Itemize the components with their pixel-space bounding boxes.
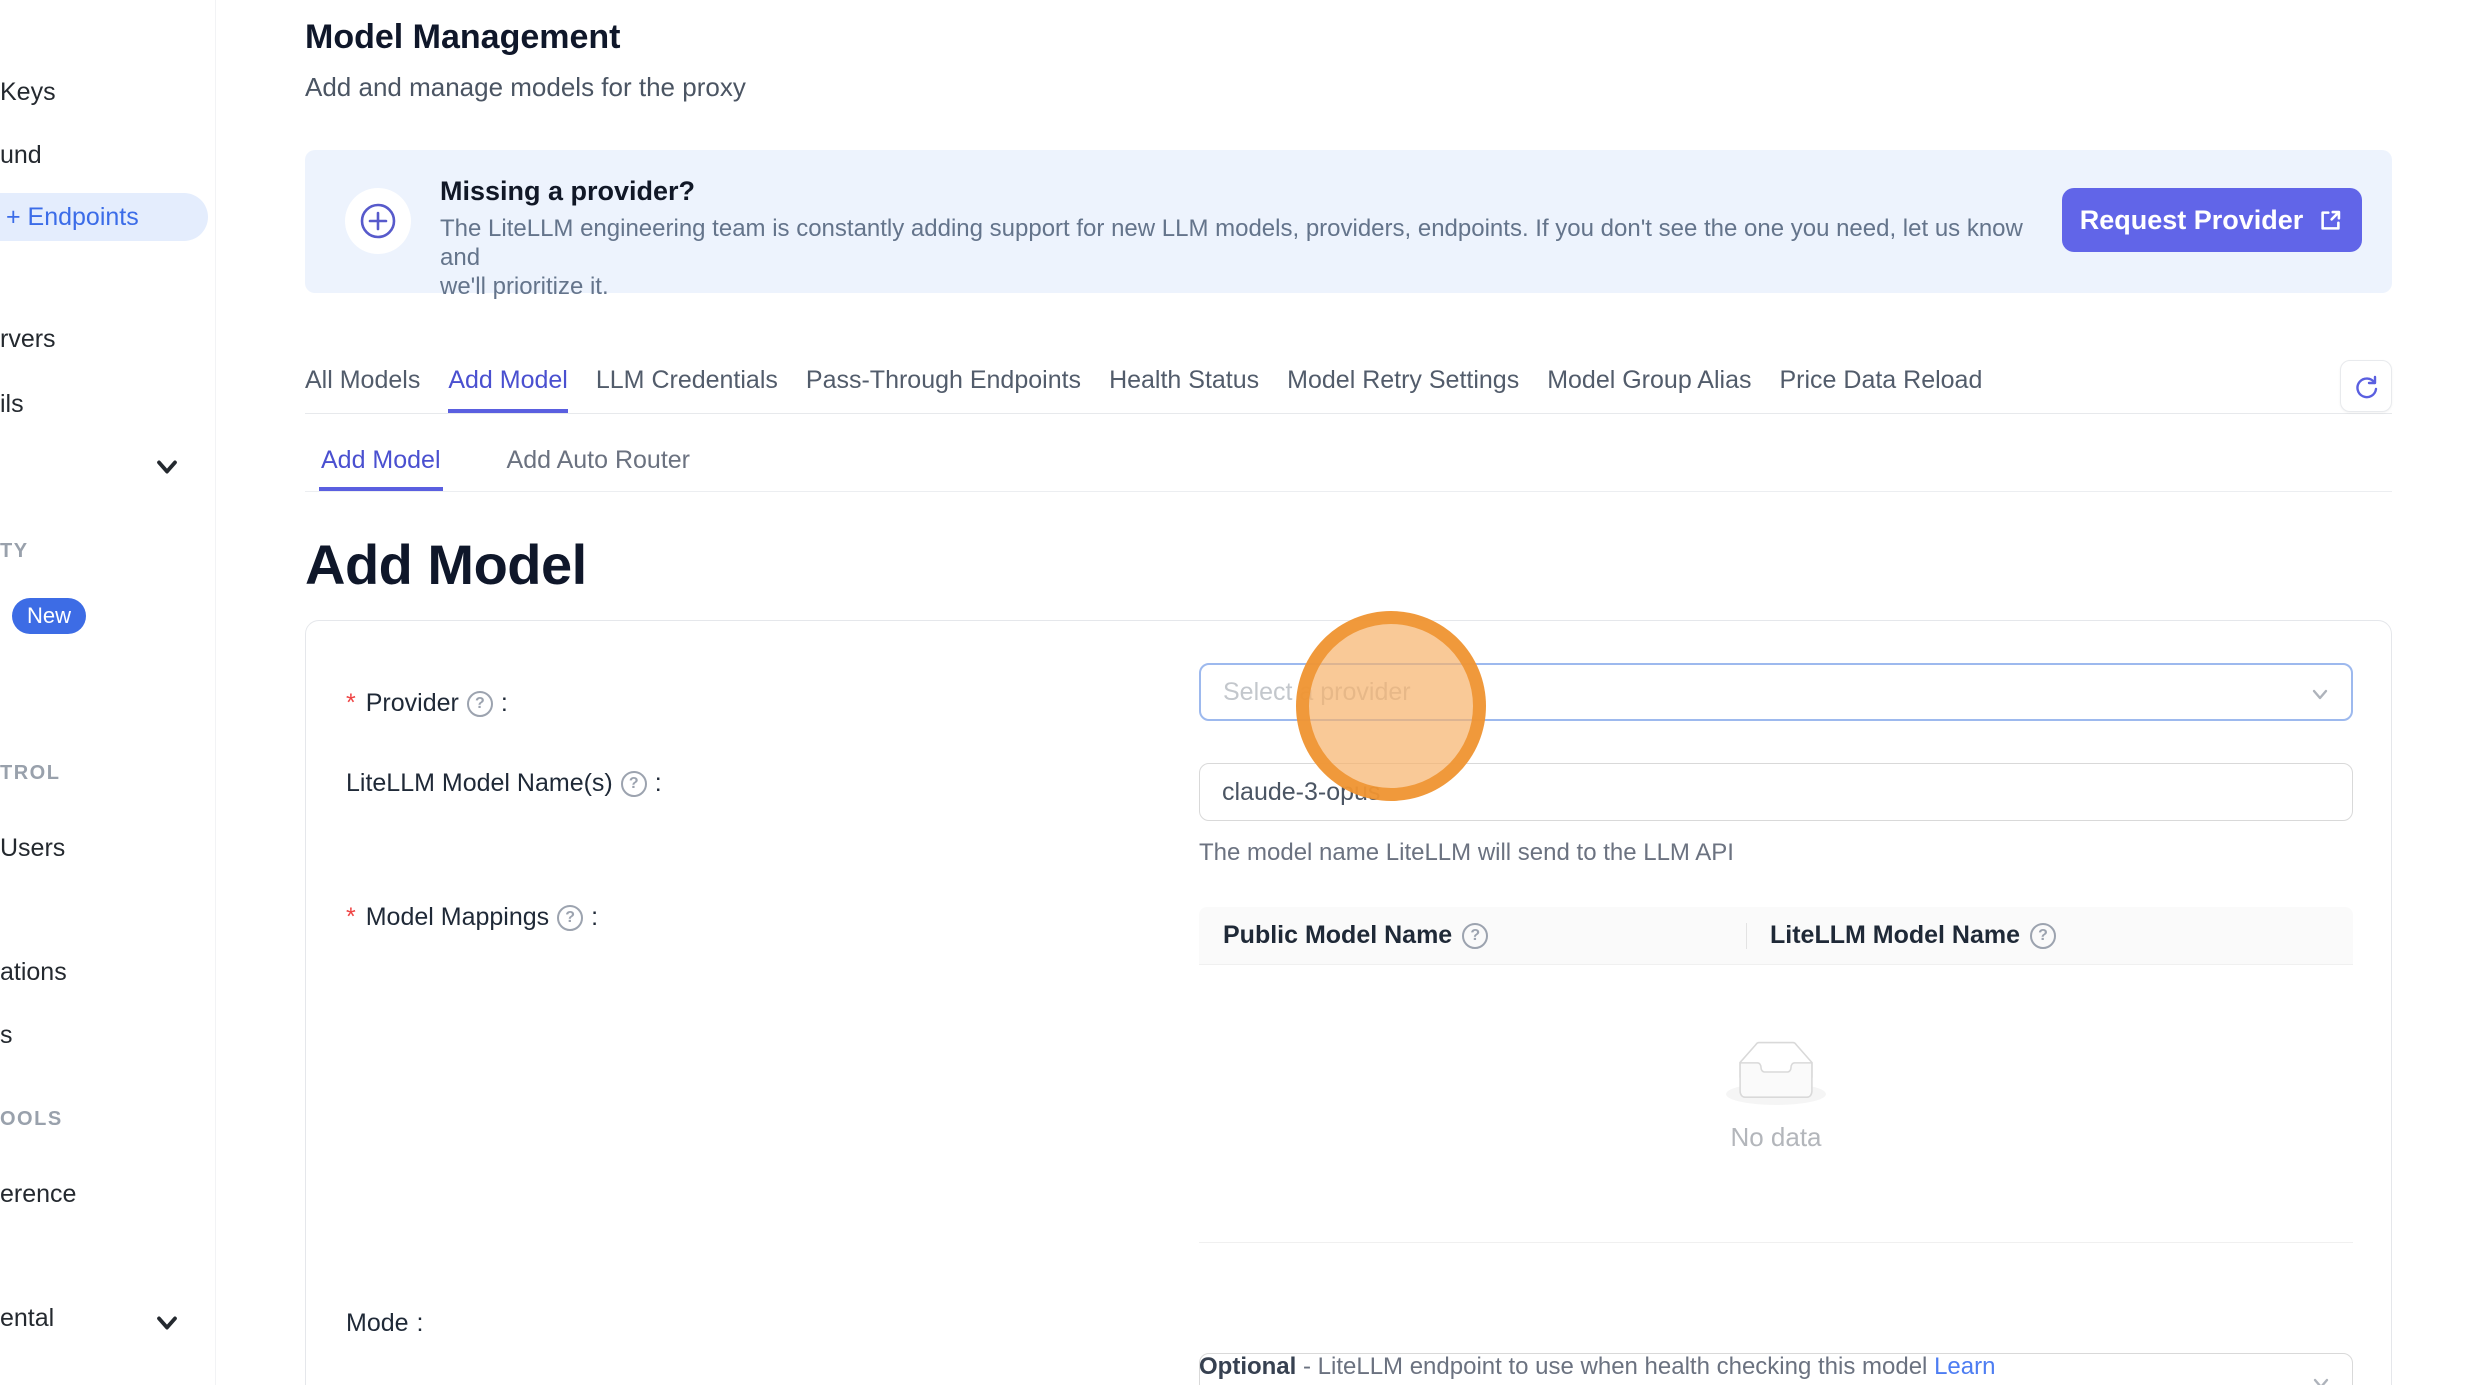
model-mappings-label-text: Model Mappings bbox=[366, 903, 549, 932]
page-title: Model Management bbox=[305, 18, 620, 57]
mode-label: Mode : bbox=[346, 1309, 424, 1338]
column-divider bbox=[1746, 923, 1747, 949]
subtab-add-auto-router[interactable]: Add Auto Router bbox=[505, 446, 692, 491]
label-colon: : bbox=[501, 689, 508, 718]
required-asterisk: * bbox=[346, 903, 356, 932]
mode-helper-note: Optional - LiteLLM endpoint to use when … bbox=[1199, 1353, 1995, 1381]
tab-llm-credentials[interactable]: LLM Credentials bbox=[596, 366, 778, 413]
help-circle-icon[interactable]: ? bbox=[467, 691, 493, 717]
sidebar-item-playground[interactable]: und bbox=[0, 141, 42, 170]
chevron-down-icon[interactable] bbox=[150, 1306, 184, 1340]
request-provider-label: Request Provider bbox=[2080, 205, 2304, 236]
help-circle-icon[interactable]: ? bbox=[1462, 923, 1488, 949]
missing-provider-banner: Missing a provider? The LiteLLM engineer… bbox=[305, 150, 2392, 293]
tab-model-group-alias[interactable]: Model Group Alias bbox=[1547, 366, 1751, 413]
external-link-icon bbox=[2317, 207, 2344, 234]
sidebar: Keys und + Endpoints rvers ils TY New TR… bbox=[0, 0, 216, 1385]
sidebar-item-reference[interactable]: erence bbox=[0, 1180, 76, 1209]
sidebar-section-tools: OOLS bbox=[0, 1108, 63, 1131]
banner-body: The LiteLLM engineering team is constant… bbox=[440, 214, 2040, 301]
sidebar-item-keys[interactable]: Keys bbox=[0, 78, 56, 107]
sidebar-item-s[interactable]: s bbox=[0, 1021, 13, 1050]
empty-inbox-icon bbox=[1726, 1041, 1826, 1105]
provider-label-text: Provider bbox=[366, 689, 459, 718]
column-header-text: LiteLLM Model Name bbox=[1770, 921, 2020, 950]
empty-state: No data bbox=[1199, 1041, 2353, 1153]
provider-label: * Provider ? : bbox=[346, 689, 508, 718]
model-name-field[interactable] bbox=[1199, 763, 2353, 821]
add-model-subtabs: Add Model Add Auto Router bbox=[305, 446, 2392, 492]
sidebar-item-experimental[interactable]: ental bbox=[0, 1304, 54, 1333]
model-name-helper: The model name LiteLLM will send to the … bbox=[1199, 839, 1734, 867]
sidebar-item-servers[interactable]: rvers bbox=[0, 325, 56, 354]
model-name-input[interactable] bbox=[1200, 778, 2352, 807]
sidebar-section-observability: TY bbox=[0, 540, 29, 563]
subtab-add-model[interactable]: Add Model bbox=[319, 446, 443, 491]
tab-price-data-reload[interactable]: Price Data Reload bbox=[1779, 366, 1982, 413]
learn-more-link[interactable]: Learn bbox=[1934, 1353, 1995, 1380]
tab-all-models[interactable]: All Models bbox=[305, 366, 420, 413]
sidebar-section-access-control: TROL bbox=[0, 762, 60, 785]
help-circle-icon[interactable]: ? bbox=[621, 771, 647, 797]
new-badge: New bbox=[12, 598, 86, 634]
model-name-label-text: LiteLLM Model Name(s) bbox=[346, 769, 613, 798]
column-header-text: Public Model Name bbox=[1223, 921, 1452, 950]
chevron-down-icon bbox=[2308, 1370, 2334, 1385]
label-colon: : bbox=[655, 769, 662, 798]
tab-passthrough-endpoints[interactable]: Pass-Through Endpoints bbox=[806, 366, 1081, 413]
label-colon: : bbox=[417, 1309, 424, 1338]
note-text: - LiteLLM endpoint to use when health ch… bbox=[1303, 1353, 1927, 1380]
model-mappings-table: Public Model Name ? LiteLLM Model Name ? bbox=[1199, 907, 2353, 1243]
mode-label-text: Mode bbox=[346, 1309, 409, 1338]
refresh-icon bbox=[2352, 372, 2380, 400]
help-circle-icon[interactable]: ? bbox=[2030, 923, 2056, 949]
page-subtitle: Add and manage models for the proxy bbox=[305, 72, 746, 103]
column-litellm-model-name: LiteLLM Model Name ? bbox=[1770, 921, 2056, 950]
add-model-heading: Add Model bbox=[305, 532, 587, 597]
chevron-down-icon[interactable] bbox=[150, 450, 184, 484]
sidebar-item-organizations[interactable]: ations bbox=[0, 958, 67, 987]
optional-bold: Optional bbox=[1199, 1353, 1296, 1380]
sidebar-item-passthrough-endpoints[interactable]: + Endpoints bbox=[0, 193, 208, 241]
model-mappings-label: * Model Mappings ? : bbox=[346, 903, 598, 932]
column-public-model-name: Public Model Name ? bbox=[1223, 921, 1488, 950]
provider-select[interactable] bbox=[1199, 663, 2353, 721]
model-tabs: All Models Add Model LLM Credentials Pas… bbox=[305, 366, 2392, 414]
banner-title: Missing a provider? bbox=[440, 176, 695, 207]
tab-add-model[interactable]: Add Model bbox=[448, 366, 568, 413]
provider-select-input[interactable] bbox=[1201, 678, 2351, 707]
banner-body-line1: The LiteLLM engineering team is constant… bbox=[440, 214, 2040, 272]
tab-health-status[interactable]: Health Status bbox=[1109, 366, 1259, 413]
sidebar-item-label: + Endpoints bbox=[6, 203, 139, 232]
sidebar-item-logs[interactable]: ils bbox=[0, 390, 24, 419]
help-circle-icon[interactable]: ? bbox=[557, 905, 583, 931]
no-data-text: No data bbox=[1199, 1122, 2353, 1153]
tab-model-retry-settings[interactable]: Model Retry Settings bbox=[1287, 366, 1519, 413]
add-model-form-card: * Provider ? : LiteLLM Model Name(s) ? :… bbox=[305, 620, 2392, 1385]
sidebar-item-users[interactable]: Users bbox=[0, 834, 65, 863]
label-colon: : bbox=[591, 903, 598, 932]
request-provider-button[interactable]: Request Provider bbox=[2062, 188, 2362, 252]
required-asterisk: * bbox=[346, 689, 356, 718]
mappings-table-header: Public Model Name ? LiteLLM Model Name ? bbox=[1199, 907, 2353, 965]
plus-circle-icon bbox=[345, 188, 411, 254]
model-name-label: LiteLLM Model Name(s) ? : bbox=[346, 769, 662, 798]
refresh-button[interactable] bbox=[2340, 360, 2392, 412]
chevron-down-icon bbox=[2307, 681, 2333, 707]
banner-body-line2: we'll prioritize it. bbox=[440, 272, 2040, 301]
